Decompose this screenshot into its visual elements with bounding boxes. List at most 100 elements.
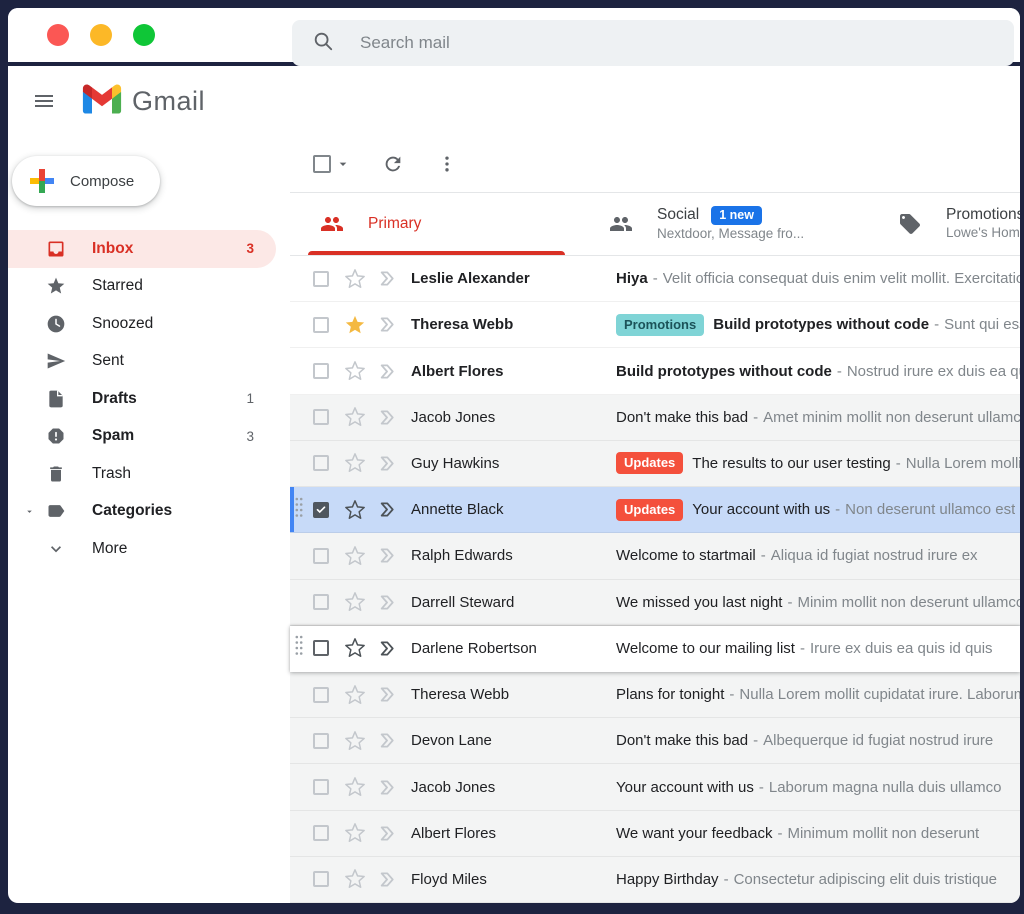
- sidebar-item-starred[interactable]: Starred: [8, 268, 276, 306]
- importance-marker-icon[interactable]: [378, 638, 399, 659]
- importance-marker-icon[interactable]: [378, 453, 399, 474]
- email-row[interactable]: Albert Flores Build prototypes without c…: [290, 348, 1020, 394]
- close-window-button[interactable]: [47, 24, 69, 46]
- row-checkbox[interactable]: [313, 871, 329, 887]
- email-row[interactable]: Theresa Webb Promotions Build prototypes…: [290, 302, 1020, 348]
- minimize-window-button[interactable]: [90, 24, 112, 46]
- star-toggle-icon[interactable]: [344, 822, 366, 844]
- row-checkbox[interactable]: [313, 317, 329, 333]
- row-checkbox[interactable]: [313, 779, 329, 795]
- row-checkbox[interactable]: [313, 502, 329, 518]
- row-checkbox[interactable]: [313, 687, 329, 703]
- sidebar-item-trash[interactable]: Trash: [8, 455, 276, 493]
- sidebar-item-spam[interactable]: Spam 3: [8, 418, 276, 456]
- search-input[interactable]: Search mail: [292, 20, 1014, 66]
- importance-marker-icon[interactable]: [378, 730, 399, 751]
- sidebar-item-drafts[interactable]: Drafts 1: [8, 380, 276, 418]
- email-row[interactable]: Annette Black Updates Your account with …: [290, 487, 1020, 533]
- email-row[interactable]: Theresa Webb Plans for tonight - Nulla L…: [290, 672, 1020, 718]
- star-toggle-icon[interactable]: [344, 452, 366, 474]
- tab-promotions[interactable]: Promotions Lowe's Home: [868, 193, 1020, 255]
- hamburger-menu-icon[interactable]: [20, 77, 68, 125]
- importance-marker-icon[interactable]: [378, 314, 399, 335]
- row-checkbox[interactable]: [313, 548, 329, 564]
- email-snippet: Minimum mollit non deserunt: [787, 825, 979, 842]
- row-checkbox[interactable]: [313, 363, 329, 379]
- star-toggle-icon[interactable]: [344, 591, 366, 613]
- star-toggle-icon[interactable]: [344, 637, 366, 659]
- star-toggle-icon[interactable]: [344, 314, 366, 336]
- compose-button[interactable]: Compose: [12, 156, 160, 206]
- importance-marker-icon[interactable]: [378, 777, 399, 798]
- row-checkbox[interactable]: [313, 271, 329, 287]
- email-row[interactable]: Jacob Jones Your account with us - Labor…: [290, 764, 1020, 810]
- importance-marker-icon[interactable]: [378, 361, 399, 382]
- tab-subtitle: Nextdoor, Message fro...: [657, 226, 804, 241]
- subject-snippet-separator: -: [835, 501, 840, 518]
- drag-handle-icon[interactable]: [294, 635, 304, 662]
- importance-marker-icon[interactable]: [378, 407, 399, 428]
- importance-marker-icon[interactable]: [378, 592, 399, 613]
- star-toggle-icon[interactable]: [344, 730, 366, 752]
- list-pane: Primary Social 1 new Nextdoor, Message f…: [290, 136, 1020, 903]
- select-all-control[interactable]: [313, 155, 351, 173]
- email-row[interactable]: Devon Lane Don't make this bad - Albeque…: [290, 718, 1020, 764]
- row-checkbox[interactable]: [313, 409, 329, 425]
- row-checkbox[interactable]: [313, 825, 329, 841]
- row-checkbox[interactable]: [313, 594, 329, 610]
- people-icon: [320, 212, 344, 236]
- refresh-button[interactable]: [381, 152, 405, 176]
- email-row[interactable]: Floyd Miles Happy Birthday - Consectetur…: [290, 857, 1020, 903]
- email-row[interactable]: Albert Flores We want your feedback - Mi…: [290, 811, 1020, 857]
- maximize-window-button[interactable]: [133, 24, 155, 46]
- expander-slot: [22, 542, 36, 556]
- importance-marker-icon[interactable]: [378, 268, 399, 289]
- tab-social[interactable]: Social 1 new Nextdoor, Message fro...: [579, 193, 868, 255]
- email-row[interactable]: Leslie Alexander Hiya - Velit officia co…: [290, 256, 1020, 302]
- tab-subtitle: Lowe's Home: [946, 225, 1020, 240]
- gmail-logo: Gmail: [82, 81, 205, 122]
- sidebar-item-inbox[interactable]: Inbox 3: [8, 230, 276, 268]
- email-content: Updates The results to our user testing …: [616, 452, 1020, 474]
- drag-handle-icon[interactable]: [294, 496, 304, 523]
- email-row[interactable]: Darlene Robertson Welcome to our mailing…: [290, 626, 1020, 672]
- row-checkbox[interactable]: [313, 640, 329, 656]
- star-toggle-icon[interactable]: [344, 406, 366, 428]
- sidebar-item-snoozed[interactable]: Snoozed: [8, 305, 276, 343]
- star-toggle-icon[interactable]: [344, 545, 366, 567]
- select-all-checkbox[interactable]: [313, 155, 331, 173]
- more-options-button[interactable]: [435, 152, 459, 176]
- row-checkbox[interactable]: [313, 455, 329, 471]
- email-content: Your account with us - Laborum magna nul…: [616, 779, 1020, 796]
- star-toggle-icon[interactable]: [344, 868, 366, 890]
- email-row[interactable]: Guy Hawkins Updates The results to our u…: [290, 441, 1020, 487]
- item-label: Categories: [92, 502, 172, 520]
- sidebar-item-sent[interactable]: Sent: [8, 343, 276, 381]
- email-row[interactable]: Jacob Jones Don't make this bad - Amet m…: [290, 395, 1020, 441]
- email-row[interactable]: Ralph Edwards Welcome to startmail - Ali…: [290, 533, 1020, 579]
- select-dropdown-caret-icon[interactable]: [335, 156, 351, 172]
- row-checkbox[interactable]: [313, 733, 329, 749]
- sidebar-item-categories[interactable]: Categories: [8, 493, 276, 531]
- star-toggle-icon[interactable]: [344, 360, 366, 382]
- star-toggle-icon[interactable]: [344, 776, 366, 798]
- star-toggle-icon[interactable]: [344, 499, 366, 521]
- sidebar-nav: Inbox 3 Starred Snoozed Sent Drafts 1 Sp…: [8, 230, 290, 568]
- importance-marker-icon[interactable]: [378, 823, 399, 844]
- star-toggle-icon[interactable]: [344, 268, 366, 290]
- email-sender: Darlene Robertson: [411, 640, 616, 657]
- importance-marker-icon[interactable]: [378, 545, 399, 566]
- star-toggle-icon[interactable]: [344, 684, 366, 706]
- subject-snippet-separator: -: [653, 270, 658, 287]
- category-label-badge: Promotions: [616, 314, 704, 336]
- expander-slot: [22, 429, 36, 443]
- sidebar-item-more[interactable]: More: [8, 530, 276, 568]
- tab-primary[interactable]: Primary: [290, 193, 579, 255]
- importance-marker-icon[interactable]: [378, 684, 399, 705]
- importance-marker-icon[interactable]: [378, 869, 399, 890]
- email-sender: Jacob Jones: [411, 779, 616, 796]
- importance-marker-icon[interactable]: [378, 499, 399, 520]
- email-snippet: Minim mollit non deserunt ullamco: [797, 594, 1020, 611]
- expander-slot: [22, 242, 36, 256]
- email-row[interactable]: Darrell Steward We missed you last night…: [290, 580, 1020, 626]
